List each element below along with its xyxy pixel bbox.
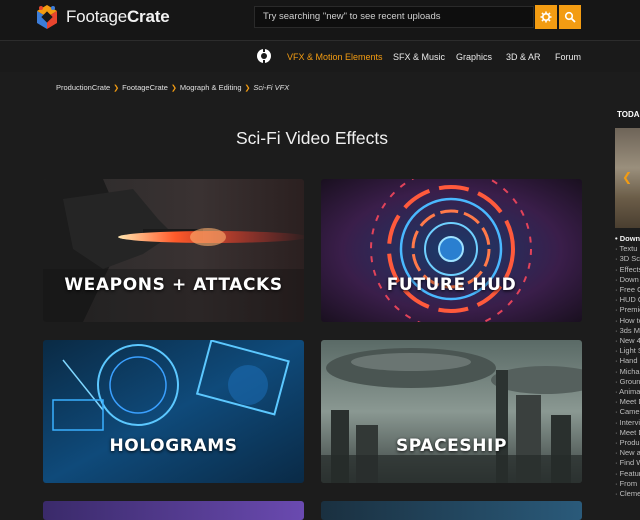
category-tile-weapons[interactable]: WEAPONS + ATTACKS [43,179,304,322]
sidebar-news-item[interactable]: · Find W [615,458,640,468]
sidebar-news-item[interactable]: · Produ [615,438,640,448]
sidebar-news-item[interactable]: · New a [615,448,640,458]
sidebar-news-item[interactable]: · Hand [615,356,640,366]
chevron-right-icon: ❯ [113,84,120,92]
category-tile-partial-1[interactable] [43,501,304,520]
sidebar-news-item[interactable]: · Cleme [615,489,640,499]
category-tile-holograms[interactable]: HOLOGRAMS [43,340,304,483]
chevron-left-icon[interactable]: ❮ [622,170,632,184]
future-hud-thumbnail [321,179,582,322]
sidebar-news-item[interactable]: · HUD C [615,295,640,305]
sidebar-news-item[interactable]: · Intervi [615,418,640,428]
sidebar-news-item[interactable]: · Came [615,407,640,417]
sidebar-news-list: • Down · Textu · 3D Sc · Effects · Down · Fre… [615,234,640,499]
breadcrumb-productioncrate[interactable]: ProductionCrate [56,83,110,92]
nav-3d-ar[interactable]: 3D & AR [506,52,541,62]
sidebar-news-item[interactable]: · Premie [615,305,640,315]
search-input[interactable]: Try searching "new" to see recent upload… [254,6,534,28]
sidebar-news-item[interactable]: · Featur [615,469,640,479]
chevron-right-icon: ❯ [244,84,251,92]
page-title: Sci-Fi Video Effects [235,128,389,148]
productioncrate-icon[interactable] [256,48,272,69]
tile-label: FUTURE HUD [386,275,517,295]
holograms-thumbnail [43,340,304,483]
logo[interactable]: FootageCrate [34,4,170,30]
settings-button[interactable] [535,5,557,29]
category-tile-partial-2[interactable] [321,501,582,520]
page: FootageCrate Try searching "new" to see … [0,0,640,520]
nav-graphics[interactable]: Graphics [456,52,492,62]
sidebar-news-item[interactable]: · Meet D [615,428,640,438]
nav-sfx-music[interactable]: SFX & Music [393,52,445,62]
breadcrumb: ProductionCrate ❯ FootageCrate ❯ Mograph… [56,83,289,92]
footagecrate-logo-icon [34,4,60,30]
sidebar-news-item[interactable]: · Light S [615,346,640,356]
category-tile-future-hud[interactable]: FUTURE HUD [321,179,582,322]
category-tile-spaceship[interactable]: SPACESHIP [321,340,582,483]
sidebar-news-item[interactable]: · Textu [615,244,640,254]
sidebar-news-item[interactable]: • Down [615,234,640,244]
logo-text: FootageCrate [66,7,170,26]
tile-label: SPACESHIP [395,436,508,456]
main-nav: VFX & Motion Elements SFX & Music Graphi… [0,40,640,72]
breadcrumb-mograph-editing[interactable]: Mograph & Editing [180,83,242,92]
sidebar-news-item[interactable]: · Micha [615,367,640,377]
sidebar-news-item[interactable]: · Effects [615,265,640,275]
nav-forum[interactable]: Forum [555,52,581,62]
sidebar-news-item[interactable]: · How to [615,316,640,326]
sidebar-news-item[interactable]: · Down [615,275,640,285]
sidebar-news-item[interactable]: · New 4 [615,336,640,346]
sidebar-news-item[interactable]: · Anima [615,387,640,397]
search-icon [564,11,576,23]
sidebar-heading: TODA [617,110,640,119]
tile-label: HOLOGRAMS [109,436,238,456]
top-bar: FootageCrate Try searching "new" to see … [0,0,640,40]
nav-vfx-motion[interactable]: VFX & Motion Elements [287,52,383,62]
sidebar-news-item[interactable]: · Free C [615,285,640,295]
sidebar-news-item[interactable]: · 3ds Ma [615,326,640,336]
spaceship-thumbnail [321,340,582,483]
gear-icon [540,11,552,23]
weapons-thumbnail [43,179,304,322]
sidebar-news-item[interactable]: · From [615,479,640,489]
tile-label: WEAPONS + ATTACKS [64,275,283,295]
chevron-right-icon: ❯ [170,84,177,92]
breadcrumb-current: Sci-Fi VFX [253,83,290,92]
sidebar-news-item[interactable]: · 3D Sc [615,254,640,264]
sidebar-news-item[interactable]: · Groun [615,377,640,387]
search-button[interactable] [559,5,581,29]
sidebar-news-item[interactable]: · Meet D [615,397,640,407]
breadcrumb-footagecrate[interactable]: FootageCrate [122,83,168,92]
